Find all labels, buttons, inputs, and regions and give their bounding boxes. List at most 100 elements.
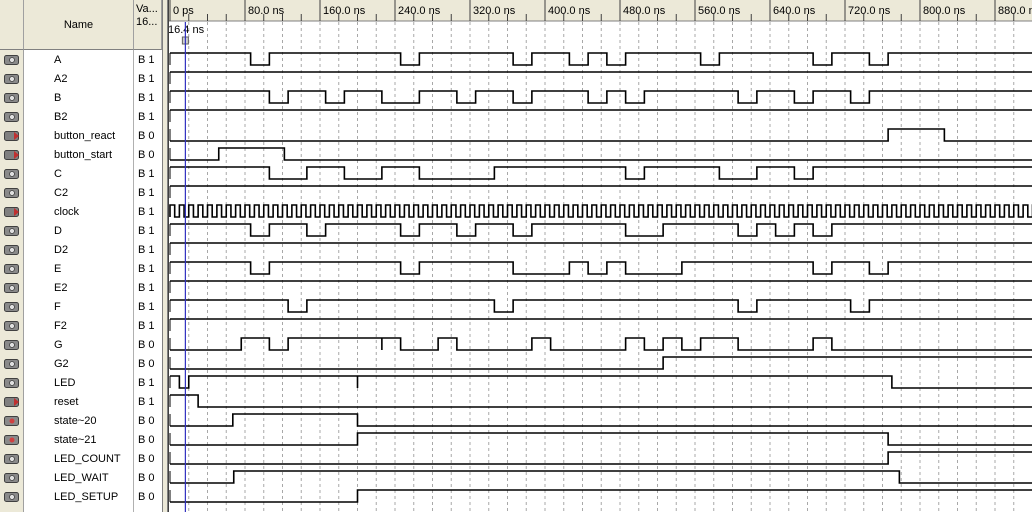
signal-row[interactable]: B2 B 1: [0, 108, 162, 127]
signal-row[interactable]: state~21 B 0: [0, 431, 162, 450]
ruler-label: 0 ps: [173, 5, 194, 17]
value-header-time: 16...: [136, 16, 158, 28]
ruler-label: 80.0 ns: [248, 5, 285, 17]
signal-row[interactable]: B B 1: [0, 89, 162, 108]
signal-name: E2: [54, 282, 68, 294]
signal-name: button_start: [54, 149, 113, 161]
output-pin-icon: [4, 55, 20, 65]
signal-value: B 1: [138, 377, 155, 389]
name-header-label: Name: [63, 18, 94, 31]
signal-value: B 1: [138, 168, 155, 180]
signal-row[interactable]: C B 1: [0, 165, 162, 184]
signal-value: B 0: [138, 415, 155, 427]
signal-row[interactable]: button_start B 0: [0, 146, 162, 165]
signal-name: D2: [54, 244, 69, 256]
output-pin-icon: [4, 492, 20, 502]
signal-row[interactable]: F2 B 1: [0, 317, 162, 336]
output-pin-icon: [4, 340, 20, 350]
ruler-label: 720.0 ns: [848, 5, 891, 17]
signal-value: B 0: [138, 453, 155, 465]
signal-value: B 1: [138, 244, 155, 256]
output-pin-icon: [4, 93, 20, 103]
signal-name: button_react: [54, 130, 116, 142]
waveform-panel[interactable]: 0 ps 80.0 ns 160.0 ns 240.0 ns 320.0 ns 400.0…: [168, 0, 1032, 512]
signal-name: LED_COUNT: [54, 453, 121, 465]
signal-name: C: [54, 168, 62, 180]
buried-node-icon: [4, 435, 20, 445]
signal-name: G: [54, 339, 63, 351]
output-pin-icon: [4, 359, 20, 369]
signal-value: B 1: [138, 187, 155, 199]
ruler-label: 240.0 ns: [398, 5, 441, 17]
signal-name: D: [54, 225, 62, 237]
output-pin-icon: [4, 378, 20, 388]
ruler-label: 640.0 ns: [773, 5, 816, 17]
ruler-label: 400.0 ns: [548, 5, 591, 17]
ruler-label: 560.0 ns: [698, 5, 741, 17]
name-column-header[interactable]: Name: [24, 0, 134, 50]
signal-name: state~21: [54, 434, 97, 446]
signal-list-panel: Name Va... 16... A B 1 A2 B 1 B B 1 B2 B 1 butto…: [0, 0, 162, 512]
signal-row[interactable]: state~20 B 0: [0, 412, 162, 431]
signal-value: B 0: [138, 358, 155, 370]
signal-row[interactable]: D B 1: [0, 222, 162, 241]
signal-value: B 1: [138, 301, 155, 313]
output-pin-icon: [4, 321, 20, 331]
signal-name: E: [54, 263, 62, 275]
signal-name: F2: [54, 320, 67, 332]
signal-value: B 0: [138, 130, 155, 142]
signal-row[interactable]: LED B 1: [0, 374, 162, 393]
signal-row[interactable]: F B 1: [0, 298, 162, 317]
signal-row[interactable]: clock B 1: [0, 203, 162, 222]
ruler-label: 800.0 ns: [923, 5, 966, 17]
signal-row[interactable]: G2 B 0: [0, 355, 162, 374]
ruler-label: 480.0 ns: [623, 5, 666, 17]
signal-row[interactable]: button_react B 0: [0, 127, 162, 146]
signal-row[interactable]: reset B 1: [0, 393, 162, 412]
signal-row[interactable]: G B 0: [0, 336, 162, 355]
output-pin-icon: [4, 188, 20, 198]
signal-row[interactable]: LED_SETUP B 0: [0, 488, 162, 507]
signal-value: B 1: [138, 73, 155, 85]
signal-row[interactable]: E2 B 1: [0, 279, 162, 298]
signal-row[interactable]: D2 B 1: [0, 241, 162, 260]
signal-name: LED_SETUP: [54, 491, 119, 503]
input-pin-icon: [4, 131, 20, 141]
signal-name: LED_WAIT: [54, 472, 109, 484]
signal-name: C2: [54, 187, 69, 199]
value-header-label: Va...: [136, 3, 158, 15]
signal-name: F: [54, 301, 61, 313]
signal-name: state~20: [54, 415, 97, 427]
signal-row[interactable]: A B 1: [0, 51, 162, 70]
signal-value: B 0: [138, 491, 155, 503]
cursor-time-label: 16.4 ns: [168, 24, 205, 36]
signal-value: B 0: [138, 472, 155, 484]
signal-name: clock: [54, 206, 80, 218]
ruler-label: 160.0 ns: [323, 5, 366, 17]
signal-value: B 0: [138, 339, 155, 351]
header-icon-column: [0, 0, 24, 50]
output-pin-icon: [4, 283, 20, 293]
signal-row[interactable]: LED_WAIT B 0: [0, 469, 162, 488]
output-pin-icon: [4, 473, 20, 483]
signal-value: B 1: [138, 206, 155, 218]
waveform-clock: [169, 204, 1032, 218]
signal-value: B 0: [138, 149, 155, 161]
signal-value: B 1: [138, 54, 155, 66]
signal-name: A2: [54, 73, 68, 85]
output-pin-icon: [4, 169, 20, 179]
signal-value: B 1: [138, 225, 155, 237]
signal-row[interactable]: LED_COUNT B 0: [0, 450, 162, 469]
signal-name: A: [54, 54, 62, 66]
signal-value: B 1: [138, 396, 155, 408]
signal-row[interactable]: A2 B 1: [0, 70, 162, 89]
signal-row[interactable]: E B 1: [0, 260, 162, 279]
input-pin-icon: [4, 150, 20, 160]
signal-name: B2: [54, 111, 68, 123]
signal-row[interactable]: C2 B 1: [0, 184, 162, 203]
output-pin-icon: [4, 112, 20, 122]
input-pin-icon: [4, 397, 20, 407]
signal-value: B 1: [138, 282, 155, 294]
value-column-header[interactable]: Va... 16...: [134, 0, 162, 50]
signal-name: B: [54, 92, 62, 104]
